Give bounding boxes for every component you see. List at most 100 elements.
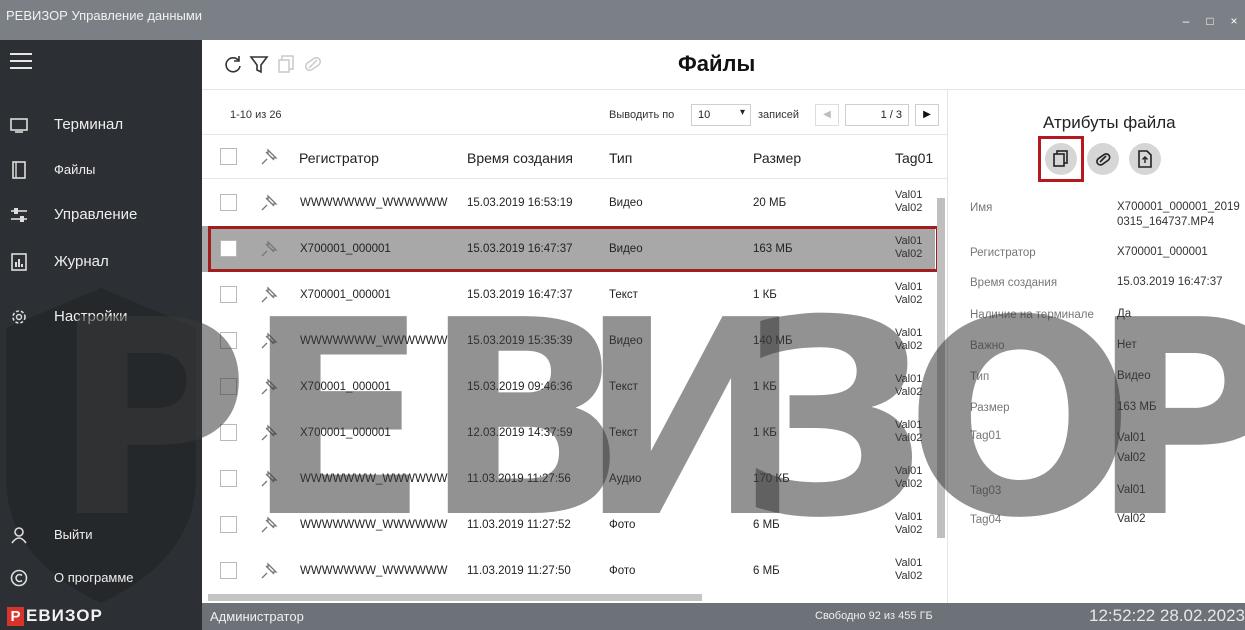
row-checkbox[interactable]: [220, 286, 237, 303]
sidebar-item-label: Файлы: [54, 162, 96, 177]
cell-type: Фото: [609, 565, 636, 577]
sidebar-item-about[interactable]: О программе: [0, 558, 202, 598]
brand-name: ЕВИЗОР: [26, 606, 103, 625]
filter-icon[interactable]: [248, 53, 270, 75]
row-checkbox[interactable]: [220, 424, 237, 441]
copy-icon[interactable]: [276, 53, 298, 75]
sidebar-item-logout[interactable]: Выйти: [0, 515, 202, 555]
pin-icon[interactable]: [258, 146, 280, 168]
cell-created: 11.03.2019 11:27:52: [467, 519, 571, 531]
cell-tag01: Val01 Val02: [895, 465, 922, 491]
export-file-button[interactable]: [1129, 143, 1161, 175]
select-all-checkbox[interactable]: [220, 148, 237, 165]
column-header-registrator[interactable]: Регистратор: [299, 150, 379, 166]
cell-tag01: Val01 Val02: [895, 189, 922, 215]
tag-value: Val01: [895, 557, 923, 569]
sidebar-item-label: Терминал: [54, 116, 124, 133]
attribute-value: X700001_000001_2019 0315_164737.MP4: [1117, 201, 1240, 228]
sidebar-item-settings[interactable]: Настройки: [0, 297, 202, 337]
maximize-button[interactable]: □: [1203, 14, 1217, 28]
page-title: Файлы: [678, 51, 756, 76]
per-page-select[interactable]: 10 ▾: [691, 104, 751, 126]
pin-icon[interactable]: [258, 192, 280, 214]
tag-value: Val02: [895, 386, 923, 398]
cell-type: Текст: [609, 289, 638, 301]
terminal-icon: [10, 118, 28, 133]
export-file-icon: [1138, 150, 1152, 168]
table-row[interactable]: X700001_000001 15.03.2019 16:47:37 Текст 1 …: [202, 272, 935, 318]
pin-icon[interactable]: [258, 376, 280, 398]
attribute-value: Да: [1117, 308, 1132, 320]
table-row[interactable]: WWWWWWW_WWWWWW 11.03.2019 11:27:50 Фото 6 М…: [202, 548, 935, 594]
sidebar-item-journal[interactable]: Журнал: [0, 242, 202, 282]
scroll-thumb[interactable]: [937, 198, 945, 538]
cell-registrator: X700001_000001: [300, 381, 391, 393]
cell-type: Видео: [609, 335, 643, 347]
toolbar: Файлы: [202, 40, 1245, 90]
cell-tag01: Val01 Val02: [895, 419, 922, 445]
column-header-size[interactable]: Размер: [753, 150, 801, 166]
table-row[interactable]: WWWWWWW_WWWWWW 11.03.2019 11:27:56 Аудио 17…: [202, 456, 935, 502]
journal-icon: [11, 253, 27, 271]
pin-icon[interactable]: [258, 330, 280, 352]
row-checkbox[interactable]: [220, 378, 237, 395]
row-checkbox[interactable]: [220, 562, 237, 579]
minimize-button[interactable]: –: [1179, 14, 1193, 28]
prev-page-button[interactable]: ◀: [815, 104, 839, 126]
cell-registrator: WWWWWWW_WWWWWW: [300, 197, 448, 209]
attribute-value: X700001_000001: [1117, 246, 1208, 258]
cell-registrator: X700001_000001: [300, 427, 391, 439]
sidebar-item-label: Настройки: [54, 308, 128, 325]
row-checkbox[interactable]: [220, 332, 237, 349]
sidebar-item-management[interactable]: Управление: [0, 195, 202, 235]
cell-size: 1 КБ: [753, 289, 777, 301]
per-page-label: Выводить по: [609, 109, 675, 121]
erase-icon[interactable]: [302, 53, 324, 75]
gear-icon: [12, 310, 26, 324]
column-header-created[interactable]: Время создания: [467, 150, 573, 166]
cell-tag01: Val01 Val02: [895, 281, 922, 307]
vertical-scrollbar[interactable]: [935, 180, 947, 592]
pin-icon[interactable]: [258, 468, 280, 490]
attribute-key: Tag01: [970, 430, 1002, 442]
window-title: РЕВИЗОР Управление данными: [6, 8, 203, 23]
table-row[interactable]: WWWWWWW_WWWWWW 11.03.2019 11:27:52 Фото 6 М…: [202, 502, 935, 548]
table-row[interactable]: X700001_000001 15.03.2019 09:46:36 Текст 1 …: [202, 364, 935, 410]
attribute-value: Видео: [1117, 370, 1151, 382]
sidebar-item-label: О программе: [54, 570, 134, 585]
row-checkbox[interactable]: [220, 194, 237, 211]
cell-created: 12.03.2019 14:37:59: [467, 427, 573, 439]
page-indicator[interactable]: 1 / 3: [845, 104, 909, 126]
menu-icon[interactable]: [10, 53, 32, 69]
sidebar-item-files[interactable]: Файлы: [0, 150, 202, 190]
tag-value: Val01: [895, 327, 923, 339]
cell-created: 11.03.2019 11:27:50: [467, 565, 571, 577]
pin-icon[interactable]: [258, 422, 280, 444]
cell-size: 20 МБ: [753, 197, 787, 209]
horizontal-scrollbar[interactable]: [202, 591, 947, 603]
files-icon: [12, 161, 26, 179]
close-button[interactable]: ×: [1227, 14, 1241, 28]
row-checkbox[interactable]: [220, 516, 237, 533]
title-bar: РЕВИЗОР Управление данными – □ ×: [0, 0, 1245, 40]
next-page-button[interactable]: ▶: [915, 104, 939, 126]
cell-registrator: WWWWWWW_WWWWWW: [300, 519, 448, 531]
pin-icon[interactable]: [258, 284, 280, 306]
row-checkbox[interactable]: [220, 470, 237, 487]
scroll-thumb[interactable]: [208, 594, 702, 601]
column-header-type[interactable]: Тип: [609, 150, 632, 166]
pin-icon[interactable]: [258, 560, 280, 582]
table-row[interactable]: X700001_000001 12.03.2019 14:37:59 Текст 1 …: [202, 410, 935, 456]
table-row[interactable]: WWWWWWW_WWWWWW 15.03.2019 15:35:39 Видео 14…: [202, 318, 935, 364]
sidebar-item-terminal[interactable]: Терминал: [0, 105, 202, 145]
table-row[interactable]: WWWWWWW_WWWWWW 15.03.2019 16:53:19 Видео 20…: [202, 180, 935, 226]
erase-file-button[interactable]: [1087, 143, 1119, 175]
pin-icon[interactable]: [258, 514, 280, 536]
cell-type: Аудио: [609, 473, 642, 485]
column-header-tag01[interactable]: Tag01: [895, 150, 933, 166]
copyright-icon: [10, 569, 28, 587]
cell-type: Фото: [609, 519, 636, 531]
status-bar: Р ЕВИЗОР Администратор Свободно 92 из 45…: [0, 603, 1245, 630]
refresh-icon[interactable]: [222, 53, 244, 75]
cell-tag01: Val01 Val02: [895, 557, 922, 583]
